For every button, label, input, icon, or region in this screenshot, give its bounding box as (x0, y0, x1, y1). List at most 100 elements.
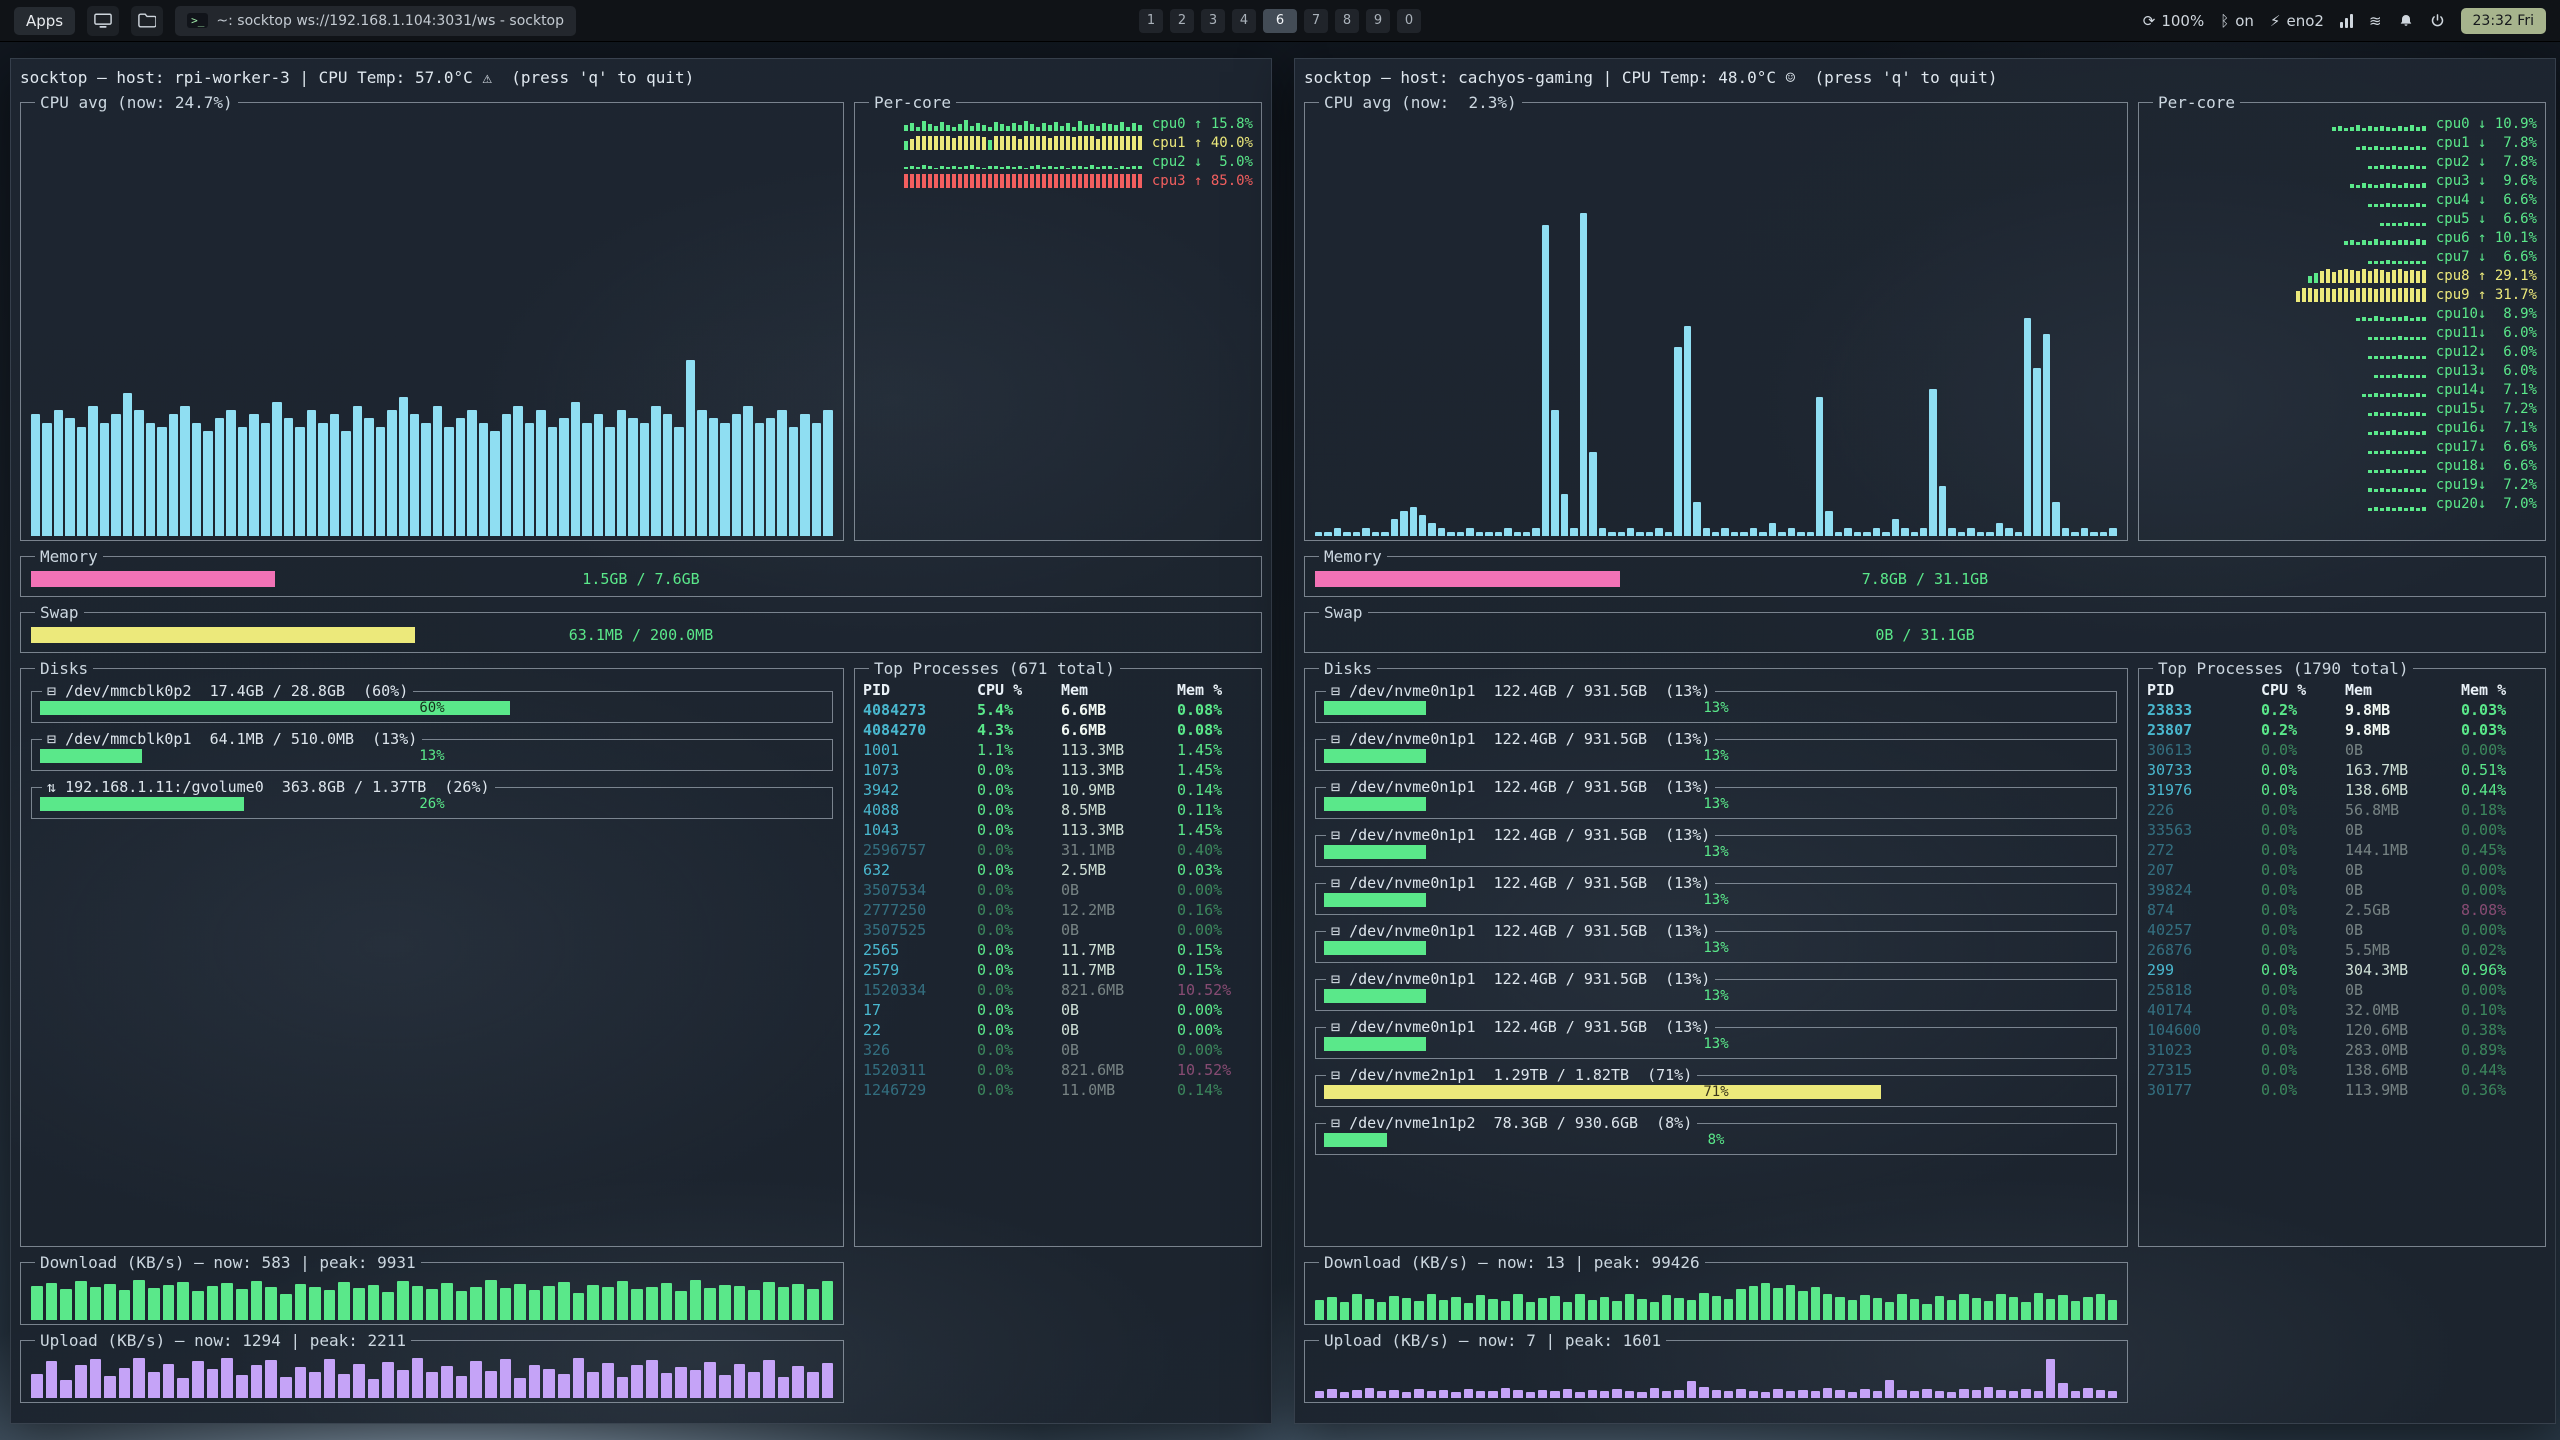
process-mem: 283.0MB (2345, 1040, 2457, 1060)
terminal-launcher-button[interactable] (87, 6, 119, 36)
bolt-icon: ⚡ (2270, 12, 2281, 30)
chart-bar (571, 402, 580, 536)
workspace-button-0[interactable]: 0 (1397, 9, 1421, 33)
chart-bar (338, 1374, 350, 1398)
workspace-button-1[interactable]: 1 (1139, 9, 1163, 33)
disk-item: ⊟ /dev/mmcblk0p2 17.4GB / 28.8GB (60%)60… (31, 682, 833, 723)
clock[interactable]: 23:32 Fri (2461, 8, 2546, 34)
core-list: cpu0 ↑ 15.8%cpu1 ↑ 40.0%cpu2 ↓ 5.0%cpu3 … (863, 114, 1253, 190)
chart-bar (1327, 1389, 1336, 1398)
process-cpu: 0.0% (2261, 800, 2341, 820)
process-row: 25967570.0%31.1MB0.40% (863, 840, 1253, 860)
core-sparkline (2147, 212, 2426, 226)
process-pid: 3942 (863, 780, 973, 800)
chart-bar (485, 1280, 497, 1320)
chart-bar (2005, 528, 2012, 536)
chart-bar (2021, 1302, 2030, 1320)
core-label: cpu16↓ 7.1% (2436, 420, 2537, 436)
chart-bar (236, 1375, 248, 1398)
core-label: cpu1 ↑ 40.0% (1152, 135, 1253, 151)
process-cpu: 0.0% (977, 1020, 1057, 1040)
workspace-button-2[interactable]: 2 (1170, 9, 1194, 33)
disk-detail: 78.3GB / 930.6GB (8%) (1494, 1114, 1693, 1132)
chart-bar (238, 427, 247, 536)
chart-bar (65, 418, 74, 536)
core-label: cpu6 ↑ 10.1% (2436, 230, 2537, 246)
chart-bar (1563, 1302, 1572, 1320)
chart-bar (1897, 1294, 1906, 1320)
chart-bar (1650, 1388, 1659, 1398)
chart-bar (1488, 1391, 1497, 1398)
power-button[interactable] (2430, 13, 2445, 28)
volume-indicator[interactable]: ⟳ 100% (2143, 12, 2204, 30)
chart-bar (318, 423, 327, 536)
disk-detail: 122.4GB / 931.5GB (13%) (1494, 778, 1711, 796)
disk-label: ⊟ /dev/nvme0n1p1 122.4GB / 931.5GB (13%) (1326, 970, 1715, 988)
disk-name: /dev/mmcblk0p2 (65, 682, 210, 700)
process-row: 10011.1%113.3MB1.45% (863, 740, 1253, 760)
chart-bar (1798, 1390, 1807, 1398)
core-row: cpu4 ↓ 6.6% (2147, 190, 2537, 209)
process-mem: 113.3MB (1061, 760, 1173, 780)
notifications-button[interactable] (2398, 13, 2414, 29)
files-launcher-button[interactable] (131, 6, 163, 36)
chart-bar (31, 414, 40, 536)
chart-bar (148, 1372, 160, 1398)
process-mem: 138.6MB (2345, 780, 2457, 800)
chart-bar (1724, 1391, 1733, 1398)
process-mem-pct: 0.00% (2461, 920, 2537, 940)
process-row: 306130.0%0B0.00% (2147, 740, 2537, 760)
chart-bar (77, 427, 86, 536)
process-mem-pct: 0.00% (2461, 820, 2537, 840)
apps-menu-button[interactable]: Apps (14, 7, 75, 35)
disk-icon: ⊟ (1331, 922, 1349, 940)
core-sparkline (863, 174, 1142, 188)
chart-bar (720, 423, 729, 536)
bluetooth-indicator[interactable]: ᛒ on (2220, 12, 2254, 30)
chart-bar (1365, 1299, 1374, 1320)
chart-bar (807, 1372, 819, 1398)
panel-title: Swap (35, 603, 84, 622)
window-tab-socktop[interactable]: >_ ~: socktop ws://192.168.1.104:3031/ws… (175, 6, 576, 36)
disk-icon: ⊟ (1331, 970, 1349, 988)
process-row: 35075250.0%0B0.00% (863, 920, 1253, 940)
process-pid: 3507534 (863, 880, 973, 900)
workspace-button-6[interactable]: 6 (1263, 9, 1297, 33)
chart-bar (1759, 532, 1766, 536)
chart-bar (1823, 1388, 1832, 1398)
process-row: 40842735.4%6.6MB0.08% (863, 700, 1253, 720)
chart-bar (1600, 1391, 1609, 1398)
core-row: cpu7 ↓ 6.6% (2147, 247, 2537, 266)
workspace-button-7[interactable]: 7 (1304, 9, 1328, 33)
chart-bar (1873, 528, 1880, 536)
chart-bar (382, 1362, 394, 1398)
chart-bar (177, 1282, 189, 1320)
chart-bar (1650, 1302, 1659, 1320)
chart-bar (1324, 532, 1331, 536)
layers-indicator[interactable]: ≋ (2369, 12, 2382, 30)
workspace-button-8[interactable]: 8 (1335, 9, 1359, 33)
disk-meter: 13% (1324, 892, 2108, 908)
process-mem: 56.8MB (2345, 800, 2457, 820)
workspace-button-3[interactable]: 3 (1201, 9, 1225, 33)
core-sparkline (863, 136, 1142, 150)
panel-title: Per-core (869, 93, 956, 112)
chart-bar (119, 1290, 131, 1320)
network-indicator[interactable]: ⚡ eno2 (2270, 12, 2324, 30)
terminal-window[interactable]: socktop — host: rpi-worker-3 | CPU Temp:… (10, 58, 1272, 1424)
chart-bar (295, 1284, 307, 1320)
workspace-button-9[interactable]: 9 (1366, 9, 1390, 33)
workspace-button-4[interactable]: 4 (1232, 9, 1256, 33)
disk-usage-pct: 8% (1324, 1132, 2108, 1148)
process-mem: 11.7MB (1061, 960, 1173, 980)
chart-bar (690, 1370, 702, 1398)
signal-indicator[interactable] (2340, 13, 2353, 28)
process-pid: 226 (2147, 800, 2257, 820)
chart-bar (104, 1376, 116, 1398)
chart-bar (1464, 1389, 1473, 1398)
process-mem-pct: 0.15% (1177, 940, 1253, 960)
chart-bar (280, 1294, 292, 1320)
chart-bar (558, 1282, 570, 1320)
terminal-window[interactable]: socktop — host: cachyos-gaming | CPU Tem… (1294, 58, 2556, 1424)
chart-bar (1476, 1295, 1485, 1320)
